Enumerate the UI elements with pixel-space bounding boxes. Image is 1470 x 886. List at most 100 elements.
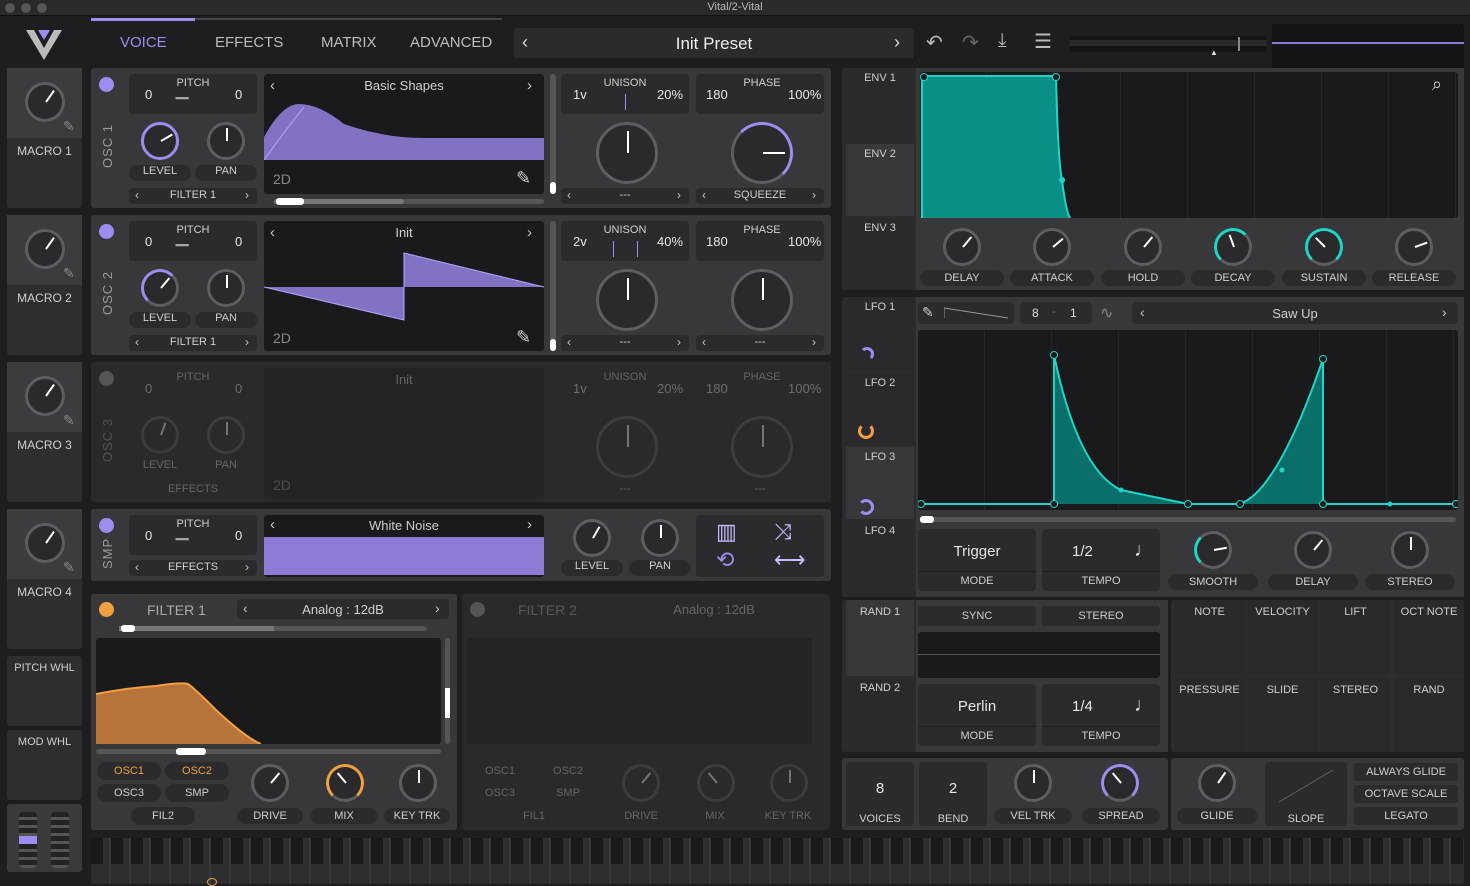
macro-2-label[interactable]: MACRO 2 xyxy=(7,291,82,305)
osc-3-wavetable[interactable]: Init 2D xyxy=(264,368,544,498)
save-icon[interactable]: ⤓ xyxy=(998,30,1006,52)
filter-2-enable[interactable] xyxy=(470,602,485,617)
env-sustain-knob[interactable] xyxy=(1305,228,1343,266)
osc-3-warp-knob[interactable] xyxy=(596,416,658,478)
pitch-wheel[interactable] xyxy=(19,812,37,868)
osc-1-distortion-mode[interactable]: ‹ SQUEEZE › xyxy=(696,188,824,204)
osc-2-destination[interactable]: ‹ FILTER 1 › xyxy=(129,335,257,351)
loop-icon[interactable]: ⟲ xyxy=(716,547,734,573)
osc-2-wavetable[interactable]: ‹ Init › 2D ✎ xyxy=(264,221,544,351)
redo-icon[interactable]: ↷ xyxy=(962,30,979,55)
env-release-knob[interactable] xyxy=(1395,228,1433,266)
osc-1-warp-mode[interactable]: ‹ --- › xyxy=(561,188,689,204)
lfo-tab-4[interactable]: LFO 4 xyxy=(846,521,914,597)
mod-source-velocity[interactable]: VELOCITY xyxy=(1248,600,1317,674)
osc-1-mode[interactable]: 2D xyxy=(273,171,291,187)
preset-next-icon[interactable]: › xyxy=(894,32,900,53)
mod-source-slide[interactable]: SLIDE xyxy=(1248,678,1317,752)
preset-selector[interactable]: ‹ Init Preset › xyxy=(514,28,914,58)
edit-pencil-icon[interactable]: ✎ xyxy=(516,327,531,348)
env-decay-knob[interactable] xyxy=(1214,228,1252,266)
filter-2-src-fil1[interactable]: FIL1 xyxy=(502,807,566,825)
sample-enable[interactable] xyxy=(99,518,114,533)
mod-source-oct-note[interactable]: OCT NOTE xyxy=(1394,600,1464,674)
filter-1-blend-slider[interactable] xyxy=(119,625,427,632)
filter-1-src-osc1[interactable]: OSC1 xyxy=(97,762,161,780)
lfo-delay-knob[interactable] xyxy=(1294,531,1332,569)
tab-voice[interactable]: VOICE xyxy=(120,34,167,51)
lfo-tab-3[interactable]: LFO 3 xyxy=(846,447,914,519)
filter-1-response[interactable] xyxy=(96,638,441,744)
osc-2-level-knob[interactable] xyxy=(141,269,179,307)
osc-2-mode[interactable]: 2D xyxy=(273,330,291,346)
rand-sync-toggle[interactable]: SYNC xyxy=(918,606,1036,626)
filter-1-mix-knob[interactable] xyxy=(326,764,364,802)
rand-mode[interactable]: Perlin MODE xyxy=(918,684,1036,746)
osc-2-pitch[interactable]: 0 PITCH ▪▪▪▪▪▪ 0 xyxy=(129,221,257,261)
lfo-mode[interactable]: Trigger MODE xyxy=(918,529,1036,591)
smooth-curve-icon[interactable]: ∿ xyxy=(1100,303,1113,323)
zoom-search-icon[interactable]: ⌕ xyxy=(1432,74,1442,95)
osc-3-distortion-mode[interactable]: --- xyxy=(696,482,824,498)
mod-source-note[interactable]: NOTE xyxy=(1175,600,1244,674)
filter-1-src-fil2[interactable]: FIL2 xyxy=(131,807,195,825)
osc-1-unison[interactable]: 1v UNISON 20% xyxy=(561,74,689,114)
keytrack-icon[interactable]: ▥ xyxy=(716,519,737,545)
filter-2-src-smp[interactable]: SMP xyxy=(536,784,600,802)
env-attack-knob[interactable] xyxy=(1033,228,1071,266)
osc-2-unison[interactable]: 2v UNISON 40% xyxy=(561,221,689,261)
osc-1-scrollbar[interactable] xyxy=(550,74,556,194)
osc-2-warp-mode[interactable]: ‹ --- › xyxy=(561,335,689,351)
macro-4-label[interactable]: MACRO 4 xyxy=(7,585,82,599)
mod-wheel[interactable] xyxy=(51,812,69,868)
glide-knob[interactable] xyxy=(1198,764,1236,802)
always-glide-toggle[interactable]: ALWAYS GLIDE xyxy=(1354,763,1458,781)
osc-2-distortion-mode[interactable]: ‹ --- › xyxy=(696,335,824,351)
pencil-icon[interactable]: ✎ xyxy=(63,118,75,135)
sample-pitch[interactable]: 0 PITCH ▪▪▪▪▪▪ 0 xyxy=(129,515,257,555)
note-icon[interactable]: ♩ xyxy=(1134,694,1154,717)
pencil-icon[interactable]: ✎ xyxy=(63,412,75,429)
lfo-tab-2[interactable]: LFO 2 xyxy=(846,373,914,445)
sample-level-knob[interactable] xyxy=(573,519,611,557)
osc-1-warp-knob[interactable] xyxy=(596,122,658,184)
mod-source-pressure[interactable]: PRESSURE xyxy=(1175,678,1244,752)
sample-pan-knob[interactable] xyxy=(641,519,679,557)
osc-2-enable[interactable] xyxy=(99,224,114,239)
volume-meter[interactable]: ▲ xyxy=(1070,36,1266,57)
undo-icon[interactable]: ↶ xyxy=(926,30,943,55)
envelope-graph[interactable]: ⌕ xyxy=(920,72,1458,218)
osc-2-warp-knob[interactable] xyxy=(596,269,658,331)
filter-2-keytrack-knob[interactable] xyxy=(770,764,808,802)
slope-control[interactable]: SLOPE xyxy=(1265,762,1347,826)
osc-1-frame-slider[interactable] xyxy=(274,198,544,205)
paint-brush-icon[interactable]: ✎ xyxy=(922,304,934,321)
macro-1-knob[interactable] xyxy=(25,82,65,122)
macro-1-label[interactable]: MACRO 1 xyxy=(7,144,82,158)
osc-2-pan-knob[interactable] xyxy=(207,269,245,307)
tab-advanced[interactable]: ADVANCED xyxy=(410,34,492,51)
tab-effects[interactable]: EFFECTS xyxy=(215,34,283,51)
osc-3-enable[interactable] xyxy=(99,371,114,386)
filter-2-response[interactable] xyxy=(467,638,812,744)
env-tab-3[interactable]: ENV 3 xyxy=(846,218,914,290)
filter-1-enable[interactable] xyxy=(99,602,114,617)
rand-stereo-toggle[interactable]: STEREO xyxy=(1042,606,1160,626)
octave-scale-toggle[interactable]: OCTAVE SCALE xyxy=(1354,785,1458,803)
filter-2-src-osc3[interactable]: OSC3 xyxy=(468,784,532,802)
mod-wheel-source[interactable]: MOD WHL xyxy=(7,730,82,800)
filter-1-src-smp[interactable]: SMP xyxy=(165,784,229,802)
env-tab-1[interactable]: ENV 1 xyxy=(846,68,914,142)
osc-1-wavetable[interactable]: ‹ Basic Shapes › 2D ✎ xyxy=(264,74,544,194)
edit-pencil-icon[interactable]: ✎ xyxy=(516,168,531,189)
rand-tab-2[interactable]: RAND 2 xyxy=(846,678,914,752)
osc-3-destination[interactable]: EFFECTS xyxy=(129,482,257,498)
macro-3-knob[interactable] xyxy=(25,376,65,416)
pencil-icon[interactable]: ✎ xyxy=(63,265,75,282)
lfo-tab-1[interactable]: LFO 1 xyxy=(846,297,914,371)
lfo-paint-tools[interactable]: ✎ xyxy=(918,302,1014,324)
lfo-smooth-knob[interactable] xyxy=(1194,531,1232,569)
lfo-shape-selector[interactable]: ‹ Saw Up › xyxy=(1132,302,1458,324)
bend-control[interactable]: 2 BEND xyxy=(919,762,987,826)
osc-1-pitch[interactable]: 0 PITCH ▪▪▪▪▪▪ 0 xyxy=(129,74,257,114)
